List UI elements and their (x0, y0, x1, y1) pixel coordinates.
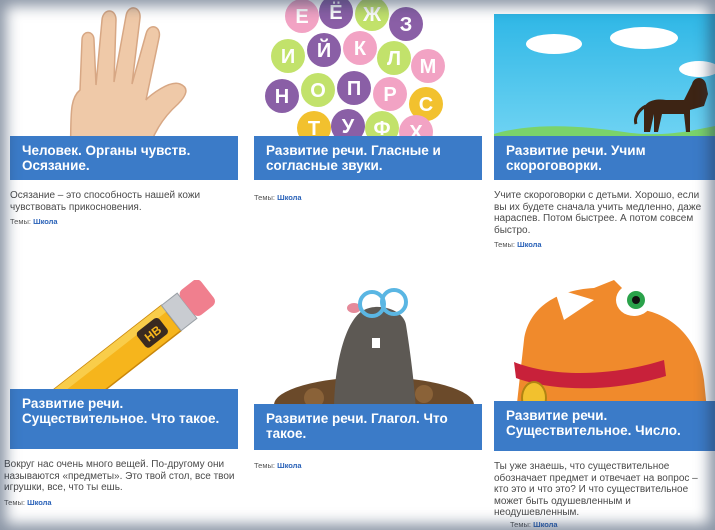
tag-link-school[interactable]: Школа (277, 193, 302, 202)
card-tags: Темы: Школа (254, 193, 302, 202)
tag-link-school[interactable]: Школа (277, 461, 302, 470)
card-verb[interactable]: Развитие речи. Глагол. Что такое. Темы: … (248, 270, 488, 530)
tags-label: Темы: (4, 498, 25, 507)
letter-glyph: П (347, 78, 361, 100)
card-tags: Темы: Школа (510, 520, 558, 529)
card-tags: Темы: Школа (4, 498, 52, 507)
card-tags: Темы: Школа (494, 240, 542, 249)
tags-label: Темы: (254, 461, 275, 470)
letter-glyph: Ё (329, 1, 342, 24)
card-title[interactable]: Развитие речи. Глагол. Что такое. (254, 404, 482, 450)
card-title[interactable]: Развитие речи. Существительное. Что тако… (10, 389, 238, 449)
tag-link-school[interactable]: Школа (533, 520, 558, 529)
card-title[interactable]: Человек. Органы чувств. Осязание. (10, 136, 238, 180)
letter-glyph: Л (387, 48, 401, 70)
card-description: Учите скороговорки с детьми. Хорошо, есл… (494, 190, 702, 236)
letter-glyph: У (342, 116, 355, 138)
card-description: Вокруг нас очень много вещей. По-другому… (4, 459, 235, 493)
card-tags: Темы: Школа (254, 461, 302, 470)
letter-glyph: З (400, 14, 413, 36)
card-tags: Темы: Школа (10, 217, 58, 226)
letter-glyph: И (281, 46, 295, 68)
card-title[interactable]: Развитие речи. Учим скороговорки. (494, 136, 715, 180)
card-title[interactable]: Развитие речи. Существительное. Число. (494, 401, 715, 451)
letter-glyph: Й (317, 38, 331, 62)
letter-glyph: Ж (362, 4, 382, 26)
card-description: Ты уже знаешь, что существительное обозн… (494, 461, 698, 518)
card-noun-number[interactable]: Развитие речи. Существительное. Число. Т… (490, 270, 715, 530)
letter-glyph: С (419, 94, 433, 116)
tags-label: Темы: (10, 217, 31, 226)
letter-glyph: О (310, 80, 326, 102)
card-noun-what[interactable]: HB Развитие речи. Существительное. Что т… (0, 270, 240, 530)
tag-link-school[interactable]: Школа (33, 217, 58, 226)
tags-label: Темы: (510, 520, 531, 529)
letter-glyph: М (420, 56, 437, 78)
card-description: Осязание – это способность нашей кожи чу… (10, 190, 201, 213)
card-hand[interactable]: Человек. Органы чувств. Осязание. Осязан… (0, 0, 240, 260)
card-vowels[interactable]: ЕЁЖЗИЙКЛМНОПРСТУФХ Развитие речи. Гласны… (248, 0, 488, 260)
tags-label: Темы: (254, 193, 275, 202)
letter-glyph: К (354, 38, 367, 60)
tags-label: Темы: (494, 240, 515, 249)
tag-link-school[interactable]: Школа (517, 240, 542, 249)
letter-glyph: Е (295, 6, 308, 28)
tag-link-school[interactable]: Школа (27, 498, 52, 507)
letter-glyph: Р (383, 84, 396, 106)
letter-glyph: Н (275, 86, 289, 108)
card-tongue-twisters[interactable]: Развитие речи. Учим скороговорки. Учите … (490, 0, 715, 260)
card-title[interactable]: Развитие речи. Гласные и согласные звуки… (254, 136, 482, 180)
